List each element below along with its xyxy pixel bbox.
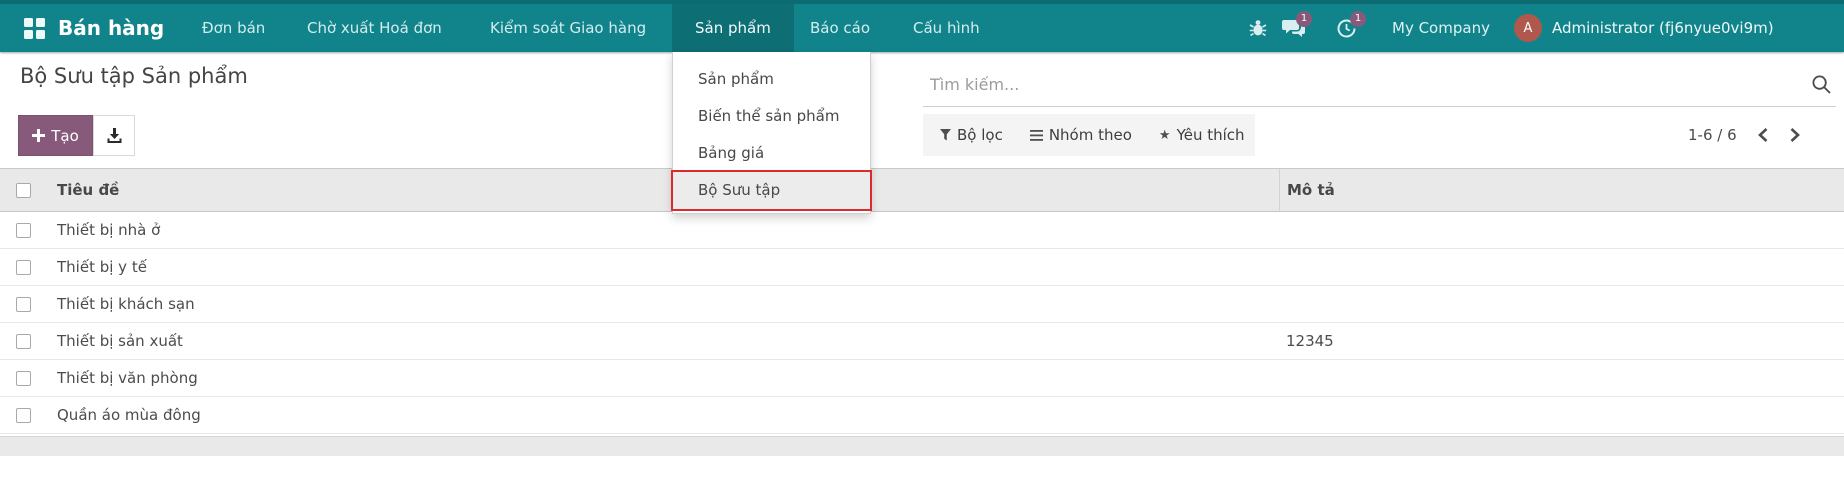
menu-item-bo-suu-tap[interactable]: Bộ Sưu tập xyxy=(673,172,870,209)
menu-item-bien-the-san-pham[interactable]: Biến thể sản phẩm xyxy=(673,98,870,135)
screen: Bán hàng Đơn bán Chờ xuất Hoá đơn Kiểm s… xyxy=(0,0,1844,489)
group-by-bars-icon xyxy=(1030,130,1043,141)
nav-item-cau-hinh[interactable]: Cấu hình xyxy=(896,4,997,52)
table-header-row: Tiêu đề Mô tả xyxy=(0,168,1844,212)
row-checkbox[interactable] xyxy=(16,334,31,349)
chevron-left-icon xyxy=(1757,127,1769,143)
row-description: 12345 xyxy=(1279,323,1844,359)
page-title: Bộ Sưu tập Sản phẩm xyxy=(20,64,248,88)
filters-button[interactable]: Bộ lọc xyxy=(940,126,1003,144)
export-download-button[interactable] xyxy=(93,115,135,156)
table-row[interactable]: Thiết bị nhà ở xyxy=(0,212,1844,249)
san-pham-dropdown-menu: Sản phẩm Biến thể sản phẩm Bảng giá Bộ S… xyxy=(672,52,871,214)
avatar: A xyxy=(1514,14,1542,42)
nav-item-bao-cao[interactable]: Báo cáo xyxy=(793,4,887,52)
table-row[interactable]: Thiết bị y tế xyxy=(0,249,1844,286)
create-button[interactable]: Tạo xyxy=(18,115,93,156)
filter-funnel-icon xyxy=(940,129,951,141)
row-checkbox[interactable] xyxy=(16,297,31,312)
nav-item-don-ban[interactable]: Đơn bán xyxy=(185,4,282,52)
row-title: Quần áo mùa đông xyxy=(57,406,1279,424)
row-title: Thiết bị văn phòng xyxy=(57,369,1279,387)
user-name: Administrator (fj6nyue0vi9m) xyxy=(1552,19,1774,37)
plus-icon xyxy=(32,129,45,142)
row-description xyxy=(1279,249,1844,285)
nav-item-san-pham[interactable]: Sản phẩm xyxy=(672,4,794,52)
debug-bug-icon[interactable] xyxy=(1248,4,1268,52)
top-navbar: Bán hàng Đơn bán Chờ xuất Hoá đơn Kiểm s… xyxy=(0,0,1844,52)
company-switcher[interactable]: My Company xyxy=(1392,4,1490,52)
row-title: Thiết bị y tế xyxy=(57,258,1279,276)
pager: 1-6 / 6 xyxy=(1688,114,1801,156)
star-icon: ★ xyxy=(1159,128,1171,143)
user-menu[interactable]: A Administrator (fj6nyue0vi9m) xyxy=(1514,4,1774,52)
collections-table: Tiêu đề Mô tả Thiết bị nhà ở Thiết bị y … xyxy=(0,168,1844,434)
row-description xyxy=(1279,212,1844,248)
row-checkbox[interactable] xyxy=(16,223,31,238)
favorites-button[interactable]: ★ Yêu thích xyxy=(1159,126,1245,144)
table-row[interactable]: Thiết bị văn phòng xyxy=(0,360,1844,397)
activities-badge: 1 xyxy=(1350,11,1366,27)
column-header-description[interactable]: Mô tả xyxy=(1279,169,1844,211)
pager-next-button[interactable] xyxy=(1789,127,1801,143)
group-by-button[interactable]: Nhóm theo xyxy=(1030,126,1132,144)
nav-item-kiem-soat-giao-hang[interactable]: Kiểm soát Giao hàng xyxy=(473,4,663,52)
pager-previous-button[interactable] xyxy=(1757,127,1769,143)
select-all-checkbox[interactable] xyxy=(16,183,31,198)
table-row[interactable]: Thiết bị sản xuất 12345 xyxy=(0,323,1844,360)
filter-bar: Bộ lọc Nhóm theo ★ Yêu thích xyxy=(923,114,1255,156)
row-title: Thiết bị nhà ở xyxy=(57,221,1279,239)
search-icon[interactable] xyxy=(1811,74,1832,95)
app-name[interactable]: Bán hàng xyxy=(58,16,164,40)
search-bar xyxy=(923,62,1836,107)
activities-clock-icon[interactable]: 1 xyxy=(1336,4,1380,52)
table-row[interactable]: Thiết bị khách sạn xyxy=(0,286,1844,323)
row-checkbox[interactable] xyxy=(16,408,31,423)
pager-range: 1-6 / 6 xyxy=(1688,126,1737,144)
menu-item-bang-gia[interactable]: Bảng giá xyxy=(673,135,870,172)
search-input[interactable] xyxy=(923,62,1793,106)
chevron-right-icon xyxy=(1789,127,1801,143)
row-checkbox[interactable] xyxy=(16,260,31,275)
table-row[interactable]: Quần áo mùa đông xyxy=(0,397,1844,434)
row-title: Thiết bị sản xuất xyxy=(57,332,1279,350)
navbar-brand-area: Bán hàng xyxy=(24,4,164,52)
messages-badge: 1 xyxy=(1296,11,1312,27)
download-icon xyxy=(106,127,123,144)
row-checkbox[interactable] xyxy=(16,371,31,386)
nav-item-cho-xuat-hoa-don[interactable]: Chờ xuất Hoá đơn xyxy=(290,4,459,52)
row-title: Thiết bị khách sạn xyxy=(57,295,1279,313)
column-header-title[interactable]: Tiêu đề xyxy=(57,181,1279,199)
row-description xyxy=(1279,286,1844,322)
row-description xyxy=(1279,360,1844,396)
messages-icon[interactable]: 1 xyxy=(1282,4,1326,52)
apps-grid-icon[interactable] xyxy=(24,18,45,39)
menu-item-san-pham[interactable]: Sản phẩm xyxy=(673,61,870,98)
row-description xyxy=(1279,397,1844,433)
table-footer-band xyxy=(0,436,1844,456)
